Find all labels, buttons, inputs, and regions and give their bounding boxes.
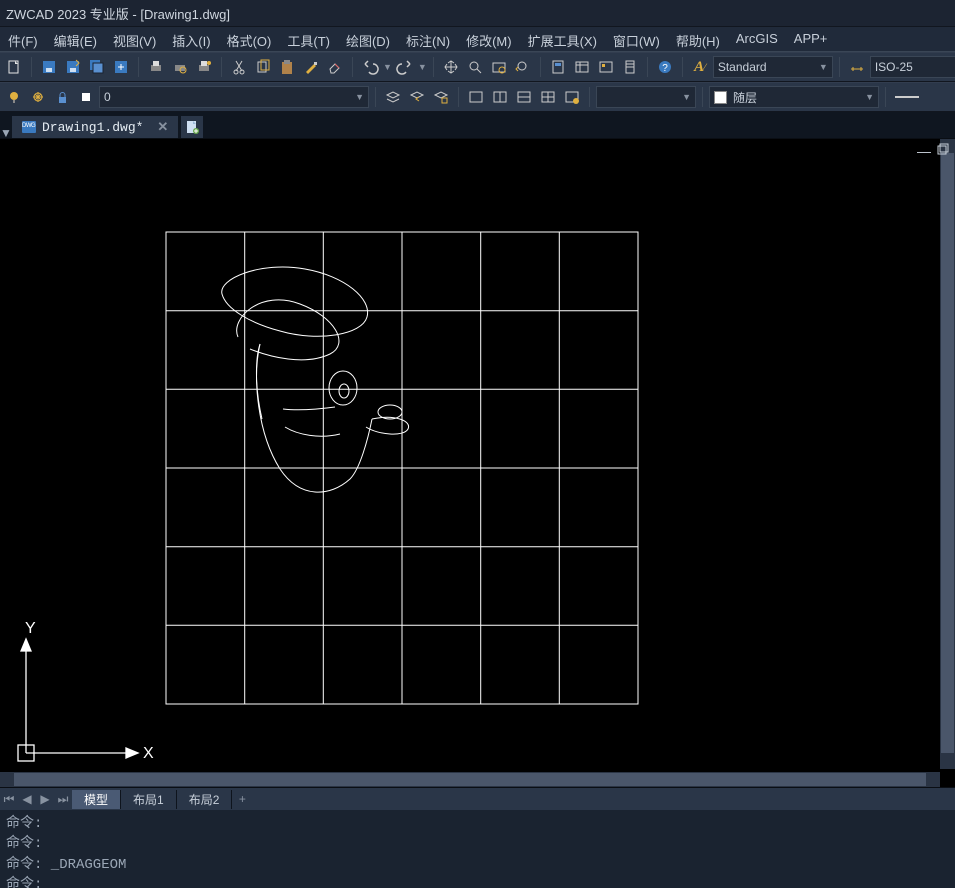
layer-states-icon[interactable]: [430, 86, 452, 108]
svg-text:?: ?: [662, 63, 668, 74]
saveas-icon[interactable]: [62, 56, 84, 78]
drawing-canvas[interactable]: —: [0, 139, 955, 787]
cmd-line: 命令: _DRAGGEOM: [6, 855, 949, 875]
redo-dropdown-icon[interactable]: ▼: [418, 62, 427, 72]
new-icon[interactable]: [3, 56, 25, 78]
axis-y-label: Y: [25, 620, 36, 637]
menu-express[interactable]: 扩展工具(X): [520, 27, 605, 51]
saveall-icon[interactable]: [86, 56, 108, 78]
document-tabs: ▼ Drawing1.dwg* ✕: [0, 112, 955, 139]
layer-bulb-icon[interactable]: [3, 86, 25, 108]
menu-file[interactable]: 件(F): [0, 27, 46, 51]
viewport-2h-icon[interactable]: [513, 86, 535, 108]
main-toolbar: ▼ ▼ ? A⁄ Standard▼ ISO-25▼: [0, 52, 955, 82]
menu-view[interactable]: 视图(V): [105, 27, 164, 51]
paste-icon[interactable]: [276, 56, 298, 78]
publish-icon[interactable]: [110, 56, 132, 78]
undo-dropdown-icon[interactable]: ▼: [383, 62, 392, 72]
tab-next-icon[interactable]: ▶: [36, 790, 54, 808]
tab-prev-icon[interactable]: ◀: [18, 790, 36, 808]
new-document-tab[interactable]: [181, 116, 203, 138]
menu-help[interactable]: 帮助(H): [668, 27, 728, 51]
calculator-icon[interactable]: [547, 56, 569, 78]
menu-insert[interactable]: 插入(I): [164, 27, 218, 51]
layer-freeze-icon[interactable]: [27, 86, 49, 108]
menu-dimension[interactable]: 标注(N): [398, 27, 458, 51]
add-layout-button[interactable]: +: [232, 792, 252, 806]
viewport-4-icon[interactable]: [537, 86, 559, 108]
viewport-2v-icon[interactable]: [489, 86, 511, 108]
horizontal-scrollbar[interactable]: [14, 773, 926, 786]
pan-icon[interactable]: [440, 56, 462, 78]
help-icon[interactable]: ?: [654, 56, 676, 78]
text-style-combo[interactable]: Standard▼: [713, 56, 833, 78]
plot-icon[interactable]: [193, 56, 215, 78]
document-tab[interactable]: Drawing1.dwg* ✕: [12, 116, 178, 138]
copy-icon[interactable]: [252, 56, 274, 78]
visual-style-combo[interactable]: ▼: [596, 86, 696, 108]
document-tab-label: Drawing1.dwg*: [42, 120, 143, 135]
layer-lock-icon[interactable]: [51, 86, 73, 108]
tool-palette-icon[interactable]: [619, 56, 641, 78]
close-tab-icon[interactable]: ✕: [157, 120, 168, 135]
layer-color-icon[interactable]: [75, 86, 97, 108]
canvas-svg: Y X: [0, 139, 955, 787]
erase-icon[interactable]: [324, 56, 346, 78]
cmd-line: 命令:: [6, 814, 949, 834]
layer-toolbar: 0▼ ▼ 随层▼: [0, 82, 955, 112]
menu-arcgis[interactable]: ArcGIS: [728, 27, 786, 51]
color-combo[interactable]: 随层▼: [709, 86, 879, 108]
tab-last-icon[interactable]: ⏭: [54, 790, 72, 808]
app-title: ZWCAD 2023 专业版 - [Drawing1.dwg]: [6, 4, 230, 23]
menu-appplus[interactable]: APP+: [786, 27, 836, 51]
layout1-tab[interactable]: 布局1: [121, 790, 177, 809]
tab-list-dropdown-icon[interactable]: ▼: [0, 128, 8, 138]
design-center-icon[interactable]: [595, 56, 617, 78]
layout2-tab[interactable]: 布局2: [177, 790, 233, 809]
menu-edit[interactable]: 编辑(E): [46, 27, 105, 51]
dim-style-combo[interactable]: ISO-25▼: [870, 56, 955, 78]
dwg-icon: [22, 121, 36, 133]
tab-first-icon[interactable]: ⏮: [0, 790, 18, 808]
zoom-window-icon[interactable]: [488, 56, 510, 78]
menu-tools[interactable]: 工具(T): [279, 27, 338, 51]
title-bar: ZWCAD 2023 专业版 - [Drawing1.dwg]: [0, 0, 955, 27]
layer-manager-icon[interactable]: [382, 86, 404, 108]
redo-icon[interactable]: [394, 56, 416, 78]
menu-modify[interactable]: 修改(M): [458, 27, 520, 51]
text-style-icon[interactable]: A⁄: [689, 56, 711, 78]
properties-icon[interactable]: [571, 56, 593, 78]
cut-icon[interactable]: [228, 56, 250, 78]
zoom-realtime-icon[interactable]: [464, 56, 486, 78]
menu-draw[interactable]: 绘图(D): [338, 27, 398, 51]
zoom-previous-icon[interactable]: [512, 56, 534, 78]
menu-format[interactable]: 格式(O): [219, 27, 280, 51]
model-tab[interactable]: 模型: [72, 790, 121, 809]
menu-bar: 件(F) 编辑(E) 视图(V) 插入(I) 格式(O) 工具(T) 绘图(D)…: [0, 27, 955, 52]
layer-previous-icon[interactable]: [406, 86, 428, 108]
dim-style-icon[interactable]: [846, 56, 868, 78]
viewport-named-icon[interactable]: [561, 86, 583, 108]
cmd-line: 命令:: [6, 834, 949, 854]
menu-window[interactable]: 窗口(W): [605, 27, 668, 51]
layout-tabs: ⏮ ◀ ▶ ⏭ 模型 布局1 布局2 +: [0, 787, 955, 810]
cmd-line: 命令:: [6, 875, 949, 888]
save-icon[interactable]: [38, 56, 60, 78]
linetype-icon[interactable]: [892, 86, 922, 108]
viewport-single-icon[interactable]: [465, 86, 487, 108]
vertical-scrollbar[interactable]: [941, 153, 954, 753]
maximize-window-icon[interactable]: [937, 143, 949, 159]
minimize-window-icon[interactable]: —: [917, 143, 931, 159]
axis-x-label: X: [143, 745, 154, 762]
match-props-icon[interactable]: [300, 56, 322, 78]
undo-icon[interactable]: [359, 56, 381, 78]
command-window[interactable]: 命令: 命令: 命令: _DRAGGEOM 命令:: [0, 810, 955, 888]
print-icon[interactable]: [145, 56, 167, 78]
layer-combo[interactable]: 0▼: [99, 86, 369, 108]
print-preview-icon[interactable]: [169, 56, 191, 78]
